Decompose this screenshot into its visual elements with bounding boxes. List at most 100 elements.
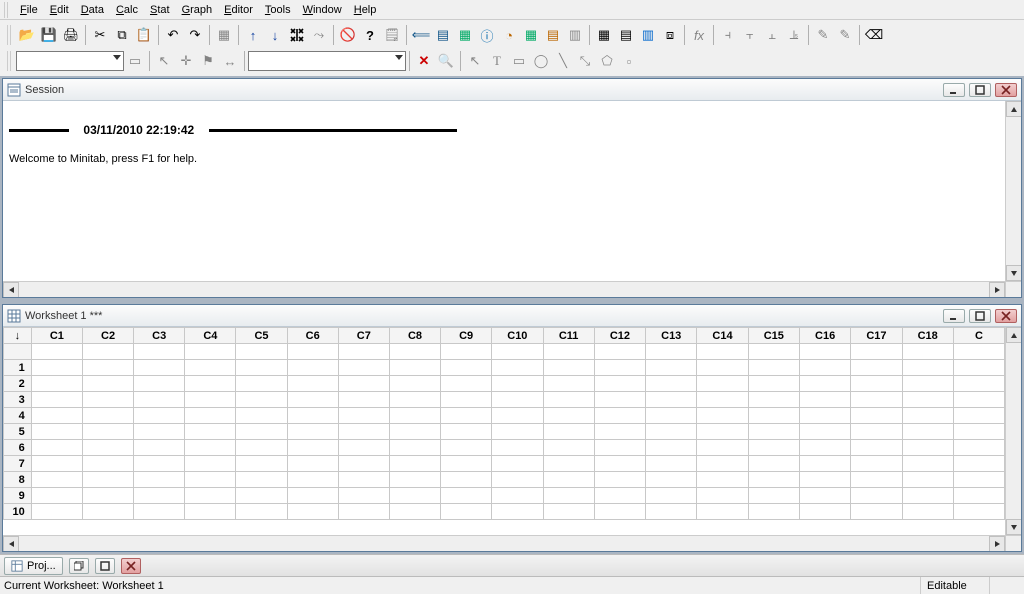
grid-cell[interactable] <box>594 392 645 408</box>
grid-cell[interactable] <box>82 488 133 504</box>
grid-cell[interactable] <box>594 408 645 424</box>
grid-cell[interactable] <box>748 488 799 504</box>
grid-cell[interactable] <box>851 440 902 456</box>
grid-cell[interactable] <box>134 472 185 488</box>
grid-cell[interactable] <box>646 360 697 376</box>
copy-icon[interactable]: ⧉ <box>111 24 133 46</box>
cut-icon[interactable]: ✂ <box>89 24 111 46</box>
cancel-icon[interactable]: 🚫 <box>337 24 359 46</box>
grid-cell[interactable] <box>748 456 799 472</box>
grid-cell[interactable] <box>338 408 389 424</box>
grid-cell[interactable] <box>441 504 492 520</box>
grid-cell[interactable] <box>799 440 850 456</box>
menu-calc[interactable]: Calc <box>110 2 144 18</box>
column-name-cell[interactable] <box>338 344 389 360</box>
column-name-cell[interactable] <box>441 344 492 360</box>
worksheet-minimize-button[interactable] <box>943 309 965 323</box>
grid-cell[interactable] <box>31 392 82 408</box>
grid-cell[interactable] <box>902 376 953 392</box>
align-1-icon[interactable]: ⫞ <box>717 24 739 46</box>
grid-cell[interactable] <box>492 456 543 472</box>
grid-cell[interactable] <box>82 392 133 408</box>
grid-cell[interactable] <box>492 392 543 408</box>
grid-cell[interactable] <box>543 392 594 408</box>
grid-cell[interactable] <box>134 360 185 376</box>
scroll-up-icon[interactable] <box>1006 101 1021 117</box>
grid-cell[interactable] <box>236 472 287 488</box>
grid-cell[interactable] <box>492 376 543 392</box>
grid-cell[interactable] <box>389 376 440 392</box>
column-name-cell[interactable] <box>236 344 287 360</box>
grid-cell[interactable] <box>236 392 287 408</box>
worksheet-close-button[interactable] <box>995 309 1017 323</box>
grid-cell[interactable] <box>799 376 850 392</box>
grid-cell[interactable] <box>851 488 902 504</box>
scroll-down-icon[interactable] <box>1006 265 1021 281</box>
worksheet-maximize-button[interactable] <box>969 309 991 323</box>
column-header[interactable]: C13 <box>646 328 697 344</box>
grid-cell[interactable] <box>441 408 492 424</box>
session-close-button[interactable] <box>995 83 1017 97</box>
grid-cell[interactable] <box>185 504 236 520</box>
grid-cell[interactable] <box>594 376 645 392</box>
grid-cell[interactable] <box>543 408 594 424</box>
column-header[interactable]: C8 <box>389 328 440 344</box>
grid-cell[interactable] <box>338 504 389 520</box>
column-name-cell[interactable] <box>82 344 133 360</box>
grid-cell[interactable] <box>31 424 82 440</box>
menu-window[interactable]: Window <box>297 2 348 18</box>
scroll-up-icon[interactable] <box>1006 327 1021 343</box>
grid-cell[interactable] <box>134 488 185 504</box>
grid-cell[interactable] <box>134 376 185 392</box>
grid-cell[interactable] <box>31 408 82 424</box>
grid-cell[interactable] <box>646 488 697 504</box>
grid-cell[interactable] <box>543 360 594 376</box>
grid-cell[interactable] <box>236 440 287 456</box>
grid-cell[interactable] <box>31 504 82 520</box>
grid-cell[interactable] <box>646 424 697 440</box>
grid-cell[interactable] <box>799 456 850 472</box>
grid-cell[interactable] <box>389 360 440 376</box>
grid-cell[interactable] <box>134 424 185 440</box>
open-icon[interactable]: 📂 <box>16 24 38 46</box>
grid-cell[interactable] <box>31 488 82 504</box>
notes-icon[interactable]: 🗒 <box>381 24 403 46</box>
chart1-icon[interactable]: ▥ <box>637 24 659 46</box>
grid-cell[interactable] <box>441 472 492 488</box>
x-icon[interactable]: ✕ <box>413 50 435 72</box>
paste-icon[interactable]: 📋 <box>133 24 155 46</box>
grid-cell[interactable] <box>389 504 440 520</box>
toolbar-grip[interactable] <box>7 25 13 45</box>
grid-cell[interactable] <box>697 424 748 440</box>
menu-stat[interactable]: Stat <box>144 2 176 18</box>
session-titlebar[interactable]: Session <box>3 79 1021 101</box>
save-icon[interactable]: 💾 <box>38 24 60 46</box>
worksheet-grid[interactable]: ↓C1C2C3C4C5C6C7C8C9C10C11C12C13C14C15C16… <box>3 327 1005 535</box>
grid-cell[interactable] <box>31 360 82 376</box>
undo-icon[interactable]: ↶ <box>162 24 184 46</box>
grid-cell[interactable] <box>492 360 543 376</box>
column-name-cell[interactable] <box>389 344 440 360</box>
describe-icon[interactable]: ▦ <box>593 24 615 46</box>
column-header[interactable]: C16 <box>799 328 850 344</box>
menu-graph[interactable]: Graph <box>176 2 219 18</box>
grid-cell[interactable] <box>441 392 492 408</box>
grid-cell[interactable] <box>389 424 440 440</box>
worksheet-titlebar[interactable]: Worksheet 1 *** <box>3 305 1021 327</box>
session-window-icon[interactable]: ▤ <box>432 24 454 46</box>
grid-cell[interactable] <box>492 504 543 520</box>
layout-icon[interactable]: ▥ <box>564 24 586 46</box>
grid-cell[interactable] <box>236 376 287 392</box>
grid-cell[interactable] <box>185 440 236 456</box>
grid-cell[interactable] <box>748 424 799 440</box>
column-header-partial[interactable]: C <box>953 328 1004 344</box>
zoom-icon[interactable]: 🔍 <box>435 50 457 72</box>
grid-cell[interactable] <box>82 376 133 392</box>
reportpad-icon[interactable]: ▤ <box>542 24 564 46</box>
grid-cell[interactable] <box>31 376 82 392</box>
grid-cell[interactable] <box>287 456 338 472</box>
grid-cell[interactable] <box>82 408 133 424</box>
grid-cell[interactable] <box>799 488 850 504</box>
grid-cell[interactable] <box>543 456 594 472</box>
grid-cell[interactable] <box>134 408 185 424</box>
